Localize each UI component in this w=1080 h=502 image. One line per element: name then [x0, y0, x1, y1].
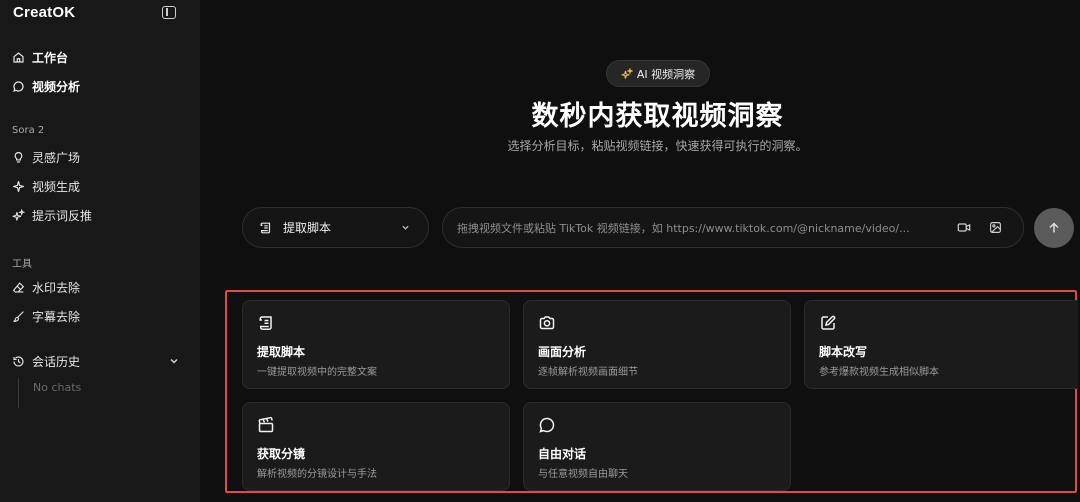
- page-title: 数秒内获取视频洞察: [531, 101, 784, 132]
- sidebar-item-label: 视频分析: [32, 79, 81, 94]
- card-free-chat[interactable]: 自由对话 与任意视频自由聊天: [523, 402, 791, 491]
- card-title: 获取分镜: [257, 447, 306, 461]
- eraser-icon: [12, 281, 25, 293]
- sidebar-item-label: 工作台: [32, 50, 69, 65]
- badge-label: AI 视频洞察: [636, 67, 696, 81]
- sparkles-icon: [621, 67, 633, 79]
- sidebar-item-video-analysis[interactable]: 视频分析: [12, 76, 80, 96]
- card-description: 与任意视频自由聊天: [538, 469, 628, 480]
- sidebar-item-label: 提示词反推: [32, 208, 93, 223]
- app-logo[interactable]: CreatOK: [13, 4, 75, 21]
- card-title: 提取脚本: [257, 345, 306, 359]
- history-icon: [13, 355, 24, 367]
- script-icon: [259, 316, 272, 331]
- image-upload-icon[interactable]: [989, 221, 1002, 234]
- card-extract-script[interactable]: 提取脚本 一键提取视频中的完整文案: [242, 300, 510, 389]
- sidebar-item-label: 视频生成: [32, 179, 81, 194]
- sidebar-item-prompt-reverse[interactable]: 提示词反推: [12, 205, 92, 225]
- camera-icon: [539, 316, 555, 330]
- card-title: 画面分析: [538, 345, 587, 359]
- card-frame-analysis[interactable]: 画面分析 逐帧解析视频画面细节: [523, 300, 791, 389]
- card-rewrite-script[interactable]: 脚本改写 参考爆款视频生成相似脚本: [804, 300, 1078, 389]
- sidebar-item-video-generation[interactable]: 视频生成: [12, 176, 80, 196]
- video-link-input[interactable]: [457, 219, 917, 237]
- arrow-up-icon: [1049, 222, 1059, 233]
- sidebar-item-label: 会话历史: [32, 354, 81, 369]
- sidebar-item-watermark-removal[interactable]: 水印去除: [12, 277, 80, 297]
- sidebar-item-subtitle-removal[interactable]: 字幕去除: [12, 306, 80, 326]
- chat-icon: [539, 417, 555, 433]
- card-title: 脚本改写: [819, 345, 868, 359]
- analysis-mode-select[interactable]: 提取脚本: [242, 207, 429, 248]
- chevron-down-icon: [402, 225, 409, 230]
- sidebar-item-label: 水印去除: [32, 280, 81, 295]
- sidebar-item-history[interactable]: 会话历史: [12, 351, 80, 371]
- chat-bubble-icon: [13, 80, 24, 92]
- history-divider: [18, 378, 19, 408]
- brush-icon: [13, 310, 24, 322]
- sidebar-item-label: 字幕去除: [32, 309, 81, 324]
- sparkles-icon: [12, 208, 25, 221]
- card-description: 解析视频的分镜设计与手法: [257, 469, 377, 480]
- section-label-tools: 工具: [12, 259, 32, 270]
- page-subtitle: 选择分析目标，粘贴视频链接，快速获得可执行的洞察。: [507, 139, 808, 153]
- history-empty-text: No chats: [33, 381, 82, 394]
- home-icon: [13, 51, 24, 63]
- script-icon: [260, 222, 271, 233]
- video-upload-icon[interactable]: [957, 221, 971, 234]
- submit-button[interactable]: [1034, 208, 1074, 248]
- chevron-down-icon[interactable]: [169, 356, 179, 366]
- card-description: 一键提取视频中的完整文案: [257, 367, 377, 378]
- edit-icon: [821, 315, 836, 330]
- card-description: 逐帧解析视频画面细节: [538, 367, 638, 378]
- sidebar-toggle-icon[interactable]: [162, 6, 176, 19]
- sidebar-item-workbench[interactable]: 工作台: [12, 47, 68, 67]
- clapperboard-icon: [258, 416, 274, 433]
- card-description: 参考爆款视频生成相似脚本: [819, 367, 939, 378]
- ai-insight-badge: AI 视频洞察: [606, 60, 710, 87]
- card-title: 自由对话: [538, 447, 587, 461]
- analysis-mode-value: 提取脚本: [283, 221, 332, 235]
- video-link-field[interactable]: [442, 207, 1024, 248]
- sidebar: CreatOK 工作台 视频分析 Sora 2 灵感广场 视频生成 提示词反推 …: [0, 0, 200, 502]
- card-get-storyboard[interactable]: 获取分镜 解析视频的分镜设计与手法: [242, 402, 510, 491]
- sparkle-icon: [13, 180, 24, 192]
